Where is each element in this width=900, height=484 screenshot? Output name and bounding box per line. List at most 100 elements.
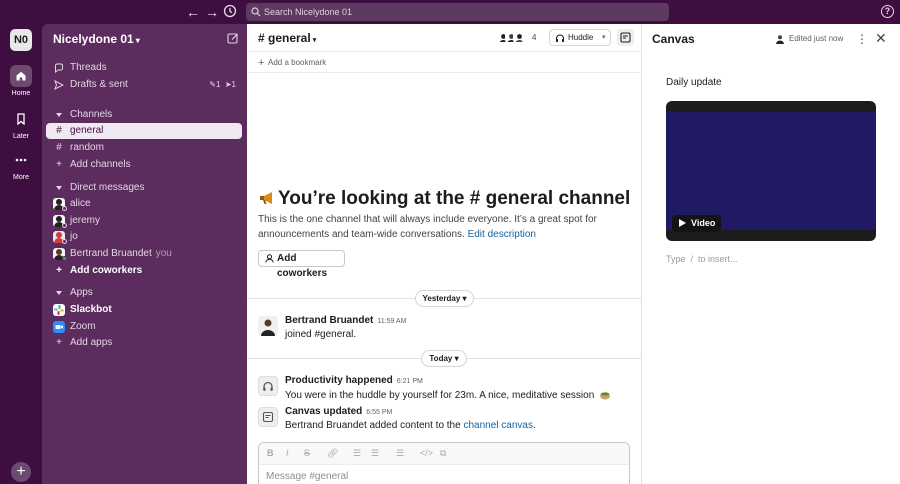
app-label: Zoom <box>70 321 96 332</box>
rail-item-more[interactable]: More <box>0 149 42 181</box>
app-item-zoom[interactable]: Zoom <box>46 319 242 335</box>
chevron-down-icon: ▾ <box>462 294 467 303</box>
message-time[interactable]: 6:21 PM <box>397 378 423 385</box>
message-time[interactable]: 6:55 PM <box>366 409 392 416</box>
ordered-list-icon[interactable]: ☰ <box>353 448 361 459</box>
history-icon[interactable] <box>223 4 239 20</box>
canvas-insert-hint[interactable]: Type / to insert... <box>666 254 738 264</box>
dm-label: Bertrand Bruandet <box>70 248 152 259</box>
add-channels-button[interactable]: + Add channels <box>46 157 242 173</box>
plus-icon: + <box>56 159 62 170</box>
code-block-icon[interactable]: ⧉ <box>440 448 446 459</box>
hash-icon: # <box>56 125 62 136</box>
megaphone-icon <box>258 190 276 206</box>
message-composer: B I S 🔗︎ ☰ ☰ ☰ </> ⧉ <box>258 442 630 484</box>
bulleted-list-icon[interactable]: ☰ <box>371 448 379 459</box>
bold-icon[interactable]: B <box>267 448 274 458</box>
chevron-down-icon[interactable]: ▾ <box>602 30 606 45</box>
apps-section-header[interactable]: Apps <box>46 285 242 301</box>
dm-item-jeremy[interactable]: jeremy <box>46 213 242 229</box>
presence-indicator <box>62 206 67 211</box>
dm-item-jo[interactable]: jo <box>46 229 242 245</box>
date-pill-today[interactable]: Today ▾ <box>421 350 467 367</box>
workspace-name-menu[interactable]: Nicelydone 01 ▾ <box>53 32 140 46</box>
more-options-icon[interactable]: ⋮ <box>856 32 868 46</box>
compose-icon[interactable] <box>227 32 239 44</box>
video-embed[interactable]: Video <box>666 101 876 241</box>
channel-view: # general ▾ 4 Huddle ▾ + Add a bookmark Y… <box>247 24 641 484</box>
canvas-toggle-button[interactable] <box>617 29 634 46</box>
chevron-down-icon: ▾ <box>135 36 140 45</box>
sidebar-item-threads[interactable]: Threads <box>46 60 242 76</box>
message-text: You were in the huddle by yourself for 2… <box>285 390 595 401</box>
presence-indicator <box>62 223 67 228</box>
strikethrough-icon[interactable]: S <box>304 448 310 458</box>
message-time[interactable]: 11:59 AM <box>377 318 406 325</box>
members-button[interactable]: 4 <box>497 32 541 45</box>
edited-text: Edited just now <box>789 34 844 43</box>
search-bar[interactable]: Search Nicelydone 01 <box>246 3 669 21</box>
sidebar-item-drafts[interactable]: Drafts & sent ✎1 ➤1 <box>46 77 242 93</box>
avatar <box>775 34 785 44</box>
huddle-label: Huddle <box>568 33 594 42</box>
huddle-button[interactable]: Huddle ▾ <box>549 29 611 46</box>
send-small-icon: ➤ <box>224 80 232 89</box>
channel-intro-description: This is the one channel that will always… <box>258 213 633 242</box>
canvas-title: Canvas <box>652 32 695 46</box>
pencil-icon: ✎ <box>209 80 216 89</box>
italic-icon[interactable]: I <box>286 448 289 458</box>
add-workspace-button[interactable]: + <box>11 462 31 482</box>
add-apps-button[interactable]: + Add apps <box>46 335 242 351</box>
edit-description-link[interactable]: Edit description <box>468 229 536 240</box>
add-apps-label: Add apps <box>70 337 113 348</box>
workspace-rail: N0 Home Later More + <box>0 24 42 484</box>
message-text-end: . <box>532 420 536 431</box>
formatting-toolbar: B I S 🔗︎ ☰ ☰ ☰ </> ⧉ <box>259 443 629 465</box>
plus-icon: + <box>258 57 265 69</box>
app-item-slackbot[interactable]: Slackbot <box>46 302 242 318</box>
help-icon[interactable]: ? <box>881 5 894 18</box>
section-label: Direct messages <box>70 182 145 193</box>
code-icon[interactable]: </> <box>420 448 433 458</box>
chevron-down-icon: ▾ <box>312 37 317 44</box>
member-count: 4 <box>532 33 537 42</box>
sidebar-item-random[interactable]: # random <box>46 140 242 156</box>
add-coworkers-sidebar-button[interactable]: + Add coworkers <box>46 263 242 279</box>
channel-canvas-link[interactable]: channel canvas <box>463 420 533 431</box>
intro-title-text: You’re looking at the # general channel <box>278 188 631 209</box>
message-author[interactable]: Bertrand Bruandet <box>285 315 373 326</box>
channel-name-button[interactable]: # general ▾ <box>258 31 316 45</box>
message-input[interactable] <box>266 471 616 482</box>
caret-down-icon <box>56 291 62 295</box>
channel-title: # general <box>258 31 311 45</box>
close-icon[interactable]: ✕ <box>875 30 887 47</box>
channels-section-header[interactable]: Channels <box>46 107 242 123</box>
dm-section-header[interactable]: Direct messages <box>46 180 242 196</box>
headphones-icon <box>258 376 278 396</box>
chevron-down-icon: ▾ <box>454 354 459 363</box>
message-author: Productivity happened <box>285 375 393 386</box>
dm-item-self[interactable]: Bertrand Bruandet you <box>46 246 242 262</box>
video-play-button[interactable]: Video <box>672 215 722 232</box>
sidebar-item-general[interactable]: # general <box>46 123 242 139</box>
avatar[interactable] <box>258 316 278 336</box>
rail-item-home[interactable]: Home <box>0 65 42 97</box>
date-pill-yesterday[interactable]: Yesterday ▾ <box>415 290 474 307</box>
add-coworkers-button[interactable]: Add coworkers <box>258 250 345 279</box>
rail-item-later[interactable]: Later <box>0 108 42 140</box>
message-text: Bertrand Bruandet added content to the <box>285 420 464 431</box>
dm-item-alice[interactable]: alice <box>46 196 242 212</box>
canvas-heading: Daily update <box>666 77 722 88</box>
channel-header: # general ▾ 4 Huddle ▾ <box>247 24 641 52</box>
workspace-switcher[interactable]: N0 <box>10 29 32 51</box>
back-arrow-icon[interactable]: ← <box>185 4 201 20</box>
caret-down-icon <box>56 186 62 190</box>
blockquote-icon[interactable]: ☰ <box>396 448 404 459</box>
bookmark-bar[interactable]: + Add a bookmark <box>247 53 641 73</box>
forward-arrow-icon[interactable]: → <box>204 4 220 20</box>
link-icon[interactable]: 🔗︎ <box>327 448 338 459</box>
hash-icon: # <box>56 142 62 153</box>
message-header: Canvas updated 6:55 PM <box>285 406 392 417</box>
sidebar: Nicelydone 01 ▾ Threads Drafts & sent ✎1 … <box>42 24 277 484</box>
threads-icon <box>54 63 64 73</box>
